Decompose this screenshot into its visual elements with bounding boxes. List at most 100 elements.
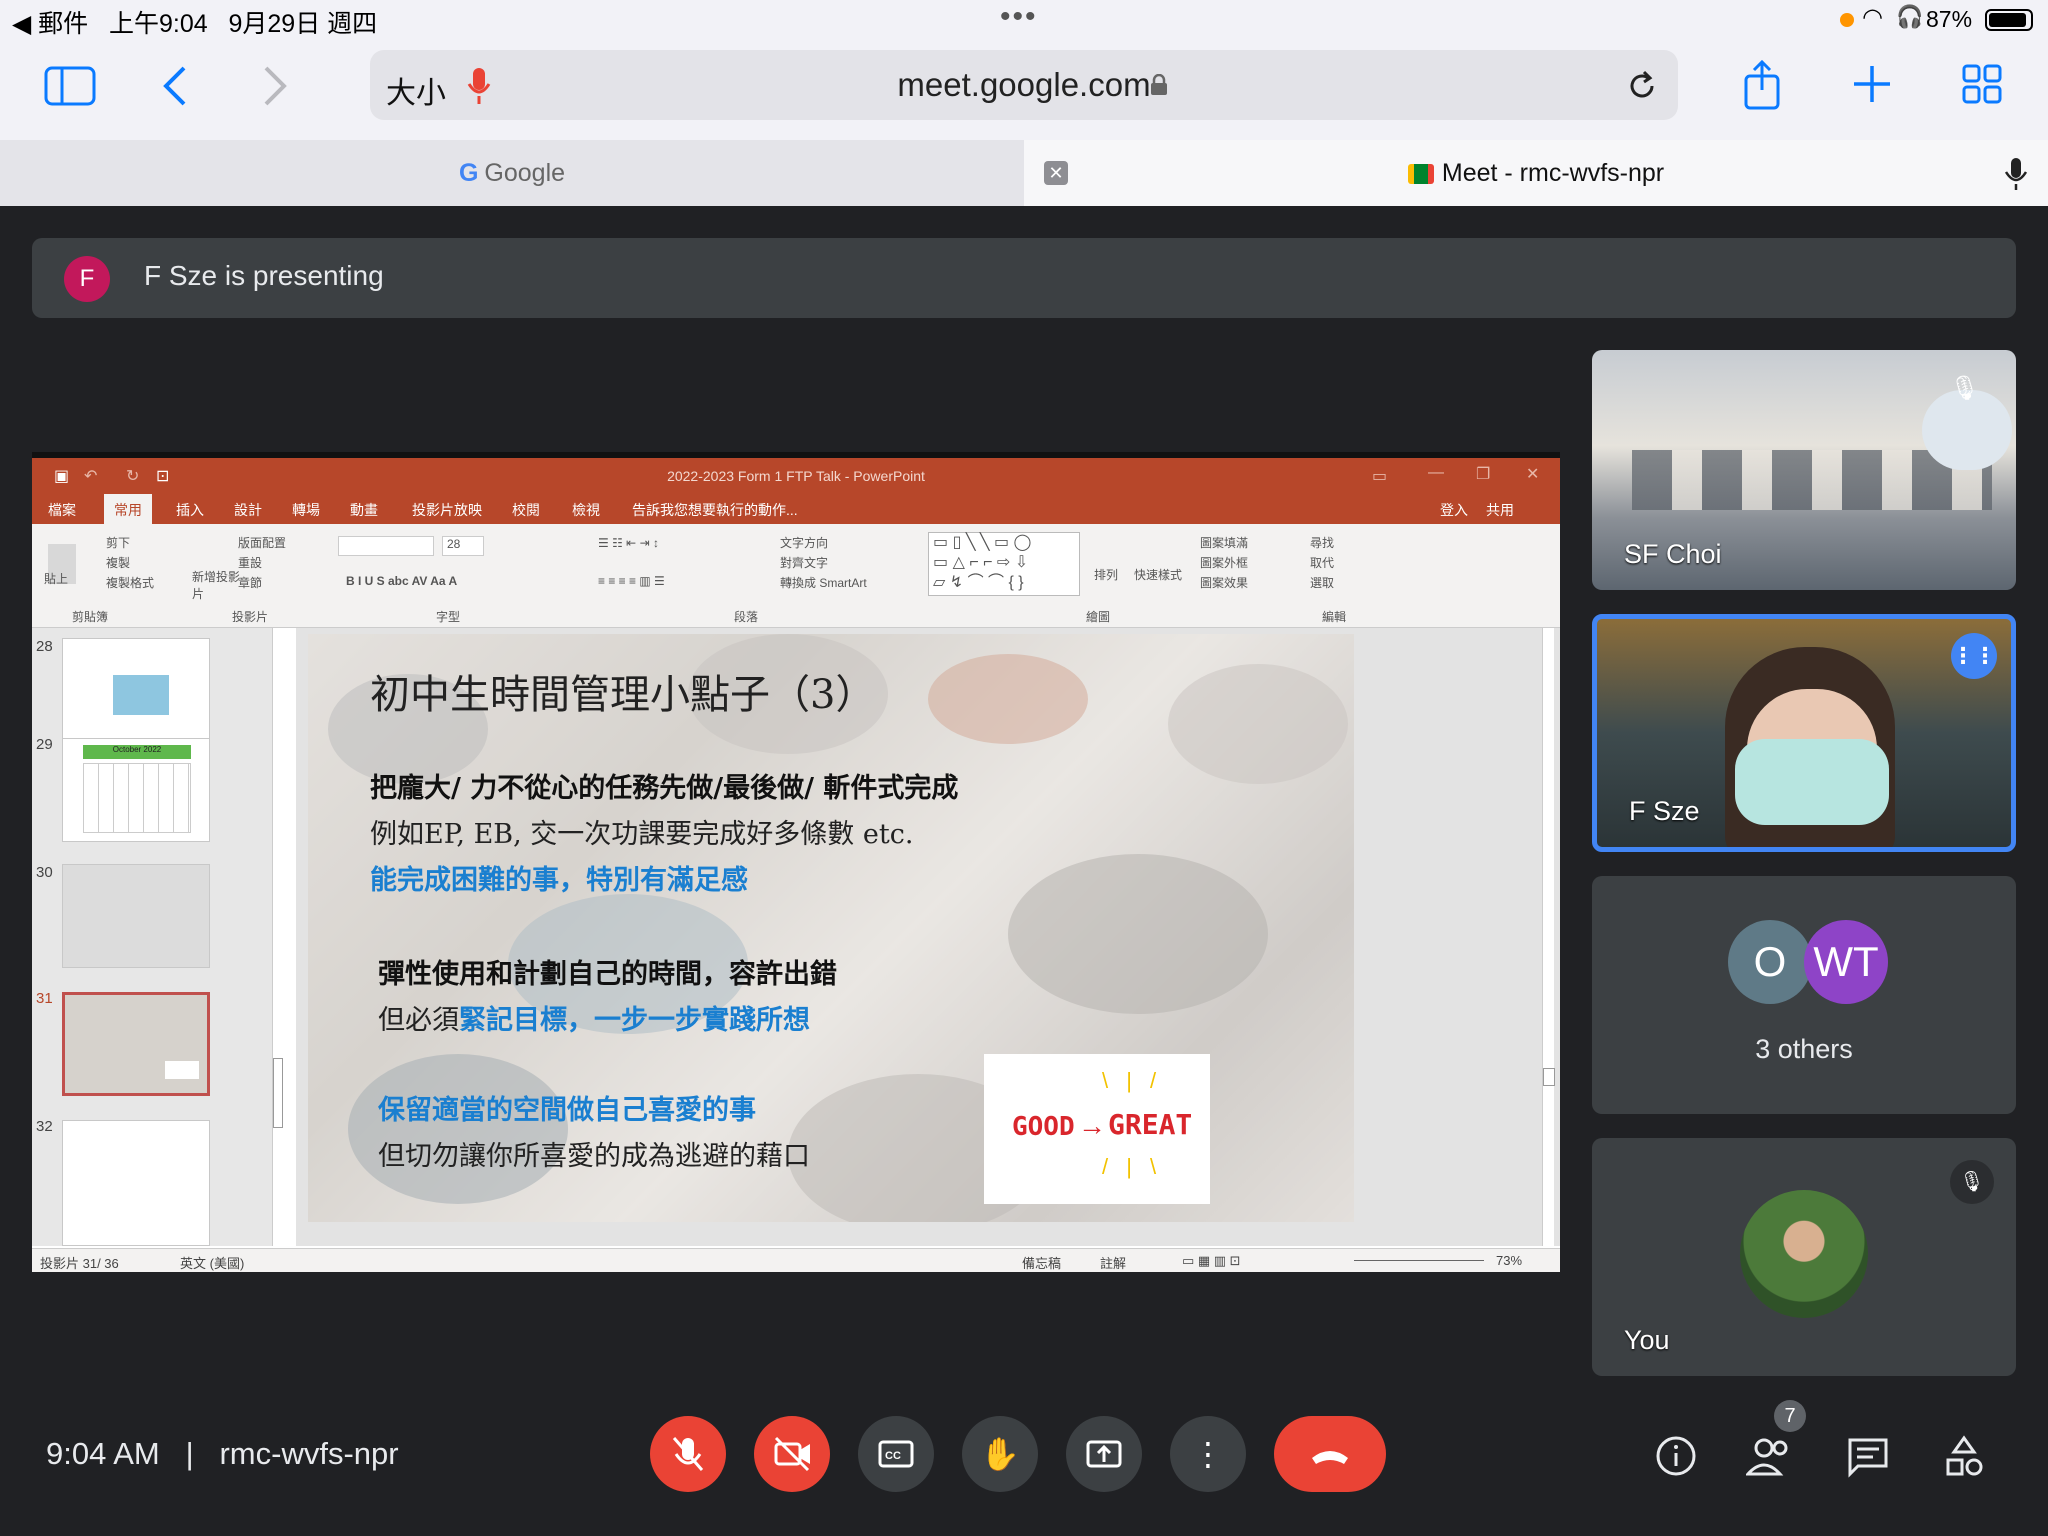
- menu-insert[interactable]: 插入: [176, 500, 204, 520]
- find-button[interactable]: 尋找: [1310, 534, 1334, 551]
- layout-button[interactable]: 版面配置: [238, 534, 286, 551]
- participant-tile-you[interactable]: 🎙 You: [1592, 1138, 2016, 1376]
- scrollbar-thumb[interactable]: [1543, 1068, 1555, 1086]
- select-button[interactable]: 選取: [1310, 574, 1334, 591]
- leave-call-button[interactable]: [1274, 1416, 1386, 1492]
- slide-thumbnail[interactable]: October 2022: [62, 738, 210, 842]
- minimize-icon[interactable]: —: [1428, 464, 1444, 482]
- tell-me-box[interactable]: 告訴我您想要執行的動作...: [632, 500, 798, 520]
- list-buttons[interactable]: ☰ ☷ ⇤ ⇥ ↕: [598, 536, 659, 550]
- menu-file[interactable]: 檔案: [48, 500, 76, 520]
- sidebar-icon[interactable]: [44, 66, 96, 106]
- font-name-box[interactable]: [338, 536, 434, 556]
- replace-button[interactable]: 取代: [1310, 554, 1334, 571]
- thumb-image: [165, 1061, 199, 1079]
- shape-outline-button[interactable]: 圖案外框: [1200, 554, 1248, 571]
- copy-button[interactable]: 複製: [106, 554, 130, 571]
- share-icon[interactable]: [1742, 58, 1782, 110]
- thumb-number: 30: [36, 864, 53, 881]
- people-icon[interactable]: [1746, 1436, 1794, 1478]
- sign-in-link[interactable]: 登入: [1440, 500, 1468, 520]
- mic-off-button[interactable]: [650, 1416, 726, 1492]
- zoom-level[interactable]: 73%: [1496, 1253, 1522, 1268]
- menu-design[interactable]: 設計: [234, 500, 262, 520]
- close-tab-icon[interactable]: ✕: [1044, 161, 1068, 185]
- menu-home[interactable]: 常用: [104, 494, 152, 524]
- slide-thumbnail[interactable]: [62, 1120, 210, 1246]
- captions-button[interactable]: CC: [858, 1416, 934, 1492]
- back-icon[interactable]: [160, 64, 190, 108]
- menu-view[interactable]: 檢視: [572, 500, 600, 520]
- font-size-box[interactable]: 28: [442, 536, 484, 556]
- bold-button[interactable]: B I U S abc AV Aa A: [346, 574, 457, 588]
- current-slide[interactable]: 初中生時間管理小點子（3） 把龐大/ 力不從心的任務先做/最後做/ 斬件式完成 …: [308, 634, 1354, 1222]
- slide-thumbnail-selected[interactable]: [62, 992, 210, 1096]
- presenting-banner: F F Sze is presenting: [32, 238, 2016, 318]
- present-button[interactable]: [1066, 1416, 1142, 1492]
- tab-overview-icon[interactable]: [1962, 64, 2002, 104]
- address-bar[interactable]: 大小 meet.google.com: [370, 50, 1678, 120]
- section-button[interactable]: 章節: [238, 574, 262, 591]
- tab-bar: G Google ✕ Meet - rmc-wvfs-npr: [0, 140, 2048, 206]
- participant-tile-sf-choi[interactable]: 🎙 SF Choi: [1592, 350, 2016, 590]
- notes-button[interactable]: 備忘稿: [1022, 1253, 1061, 1272]
- camera-off-button[interactable]: [754, 1416, 830, 1492]
- scrollbar-thumb[interactable]: [273, 1058, 283, 1128]
- multitask-dots[interactable]: •••: [1000, 0, 1038, 34]
- thumb-scrollbar[interactable]: [272, 628, 283, 1246]
- participant-tile-f-sze[interactable]: ⋮⋮ F Sze: [1592, 614, 2016, 852]
- more-options-button[interactable]: ⋮: [1170, 1416, 1246, 1492]
- language-status[interactable]: 英文 (美國): [180, 1253, 244, 1272]
- chat-icon[interactable]: [1846, 1436, 1890, 1478]
- tab-mic-icon[interactable]: [2004, 156, 2028, 192]
- slide-editor[interactable]: 初中生時間管理小點子（3） 把龐大/ 力不從心的任務先做/最後做/ 斬件式完成 …: [296, 628, 1560, 1246]
- quick-styles-button[interactable]: 快速樣式: [1134, 566, 1182, 583]
- ribbon-display-icon[interactable]: ▭: [1372, 466, 1387, 486]
- slide-counter: 投影片 31/ 36: [40, 1256, 119, 1271]
- paste-label[interactable]: 貼上: [44, 570, 68, 587]
- presenting-text: F Sze is presenting: [144, 260, 384, 291]
- raise-hand-button[interactable]: ✋: [962, 1416, 1038, 1492]
- zoom-slider[interactable]: [1354, 1260, 1484, 1261]
- participant-count-badge: 7: [1774, 1400, 1806, 1432]
- shared-screen[interactable]: ▣ ↶ ↻ ⊡ 2022-2023 Form 1 FTP Talk - Powe…: [32, 452, 1560, 1272]
- comments-button[interactable]: 註解: [1100, 1253, 1126, 1272]
- slide-thumbnail-pane: 28 29 October 2022 30 31 32: [32, 628, 283, 1246]
- cut-button[interactable]: 剪下: [106, 534, 130, 551]
- menu-animations[interactable]: 動畫: [350, 500, 378, 520]
- menu-slideshow[interactable]: 投影片放映: [412, 500, 482, 520]
- status-left[interactable]: ◀ 郵件 上午9:04 9月29日 週四: [12, 4, 377, 40]
- menu-review[interactable]: 校閱: [512, 500, 540, 520]
- info-icon[interactable]: [1654, 1434, 1698, 1478]
- shape-fill-button[interactable]: 圖案填滿: [1200, 534, 1248, 551]
- text-direction-button[interactable]: 文字方向: [780, 534, 828, 551]
- shapes-gallery[interactable]: ▭ ▯ ╲ ╲ ▭ ◯ ▭ △ ⌐ ⌐ ⇨ ⇩ ▱ ↯ ⌒ ⌒ { }: [928, 532, 1080, 596]
- tab-google[interactable]: G Google: [0, 140, 1024, 206]
- new-slide-button[interactable]: 新增投影片: [192, 568, 242, 602]
- participant-tile-others[interactable]: O WT 3 others: [1592, 876, 2016, 1114]
- reset-button[interactable]: 重設: [238, 554, 262, 571]
- reload-icon[interactable]: [1624, 68, 1660, 104]
- forward-icon[interactable]: [260, 64, 290, 108]
- view-buttons[interactable]: ▭ ▦ ▥ ⊡: [1182, 1253, 1241, 1269]
- slide-scrollbar[interactable]: [1542, 628, 1555, 1246]
- align-buttons[interactable]: ≡ ≡ ≡ ≡ ▥ ☰: [598, 574, 665, 588]
- shape-effects-button[interactable]: 圖案效果: [1200, 574, 1248, 591]
- align-text-button[interactable]: 對齊文字: [780, 554, 828, 571]
- slide-thumbnail[interactable]: [62, 864, 210, 968]
- url-text[interactable]: meet.google.com: [370, 66, 1678, 104]
- activities-icon[interactable]: [1942, 1434, 1986, 1478]
- slide-thumbnail[interactable]: [62, 638, 210, 742]
- maximize-icon[interactable]: ❐: [1476, 464, 1490, 484]
- close-icon[interactable]: ✕: [1526, 464, 1539, 484]
- format-painter-button[interactable]: 複製格式: [106, 574, 154, 591]
- new-tab-icon[interactable]: [1852, 64, 1892, 104]
- ppt-ribbon: 貼上 剪下 複製 複製格式 剪貼簿 新增投影片 版面配置 重設 章節 投影片 2…: [32, 524, 1560, 628]
- google-icon: G: [458, 159, 479, 187]
- arrange-button[interactable]: 排列: [1094, 566, 1118, 583]
- smartart-button[interactable]: 轉換成 SmartArt: [780, 574, 867, 591]
- share-button[interactable]: 共用: [1486, 500, 1514, 520]
- menu-transitions[interactable]: 轉場: [292, 500, 320, 520]
- tab-meet[interactable]: ✕ Meet - rmc-wvfs-npr: [1024, 140, 2048, 206]
- tab-meet-label: Meet - rmc-wvfs-npr: [1441, 159, 1665, 187]
